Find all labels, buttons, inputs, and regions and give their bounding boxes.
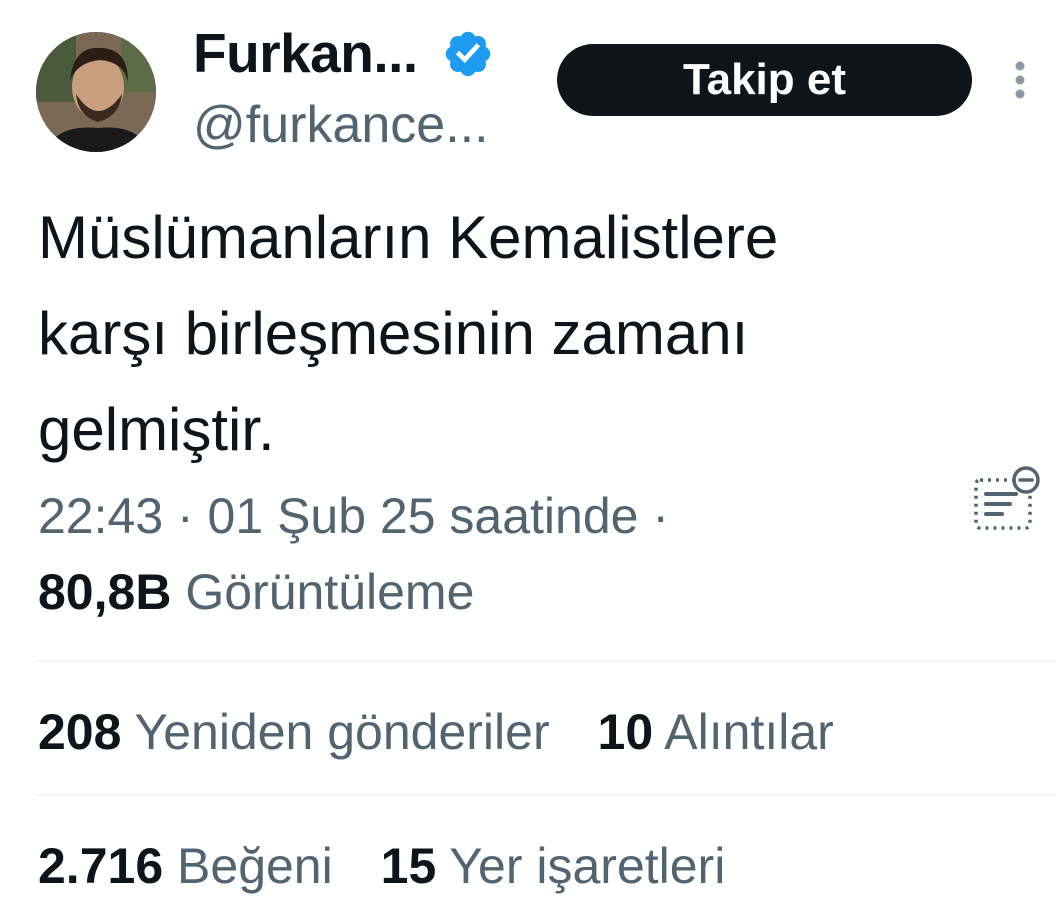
quotes-count: 10: [597, 704, 654, 760]
tweet-text-line: karşı birleşmesinin zamanı: [38, 300, 749, 367]
likes-label: Beğeni: [177, 838, 333, 894]
bookmarks-label: Yer işaretleri: [449, 838, 726, 894]
views-row: 80,8B Görüntüleme: [38, 560, 474, 624]
quotes-label: Alıntılar: [664, 704, 834, 760]
tweet-timestamp[interactable]: 22:43 · 01 Şub 25 saatinde ·: [38, 484, 669, 548]
community-notes-icon[interactable]: [970, 464, 1044, 534]
bookmarks-count: 15: [380, 838, 437, 894]
author-display-name[interactable]: Furkan...: [193, 20, 418, 86]
tweet-text: Müslümanların Kemalistlere karşı birleşm…: [38, 190, 998, 478]
retweets-stat[interactable]: 208 Yeniden gönderiler: [38, 700, 550, 764]
views-label: Görüntüleme: [185, 564, 475, 620]
likes-count: 2.716: [38, 838, 164, 894]
likes-stat[interactable]: 2.716 Beğeni: [38, 834, 333, 898]
divider: [36, 794, 1056, 796]
avatar-photo: [36, 32, 156, 152]
retweets-label: Yeniden gönderiler: [134, 704, 550, 760]
more-vertical-icon[interactable]: [1006, 58, 1034, 102]
tweet-text-line: gelmiştir.: [38, 396, 275, 463]
engagement-row: 2.716 Beğeni 15 Yer işaretleri: [38, 834, 725, 898]
bookmarks-stat[interactable]: 15 Yer işaretleri: [381, 834, 726, 898]
tweet-text-line: Müslümanların Kemalistlere: [38, 204, 779, 271]
quotes-stat[interactable]: 10 Alıntılar: [598, 700, 834, 764]
avatar[interactable]: [36, 32, 156, 152]
verified-badge-icon: [445, 31, 491, 77]
engagement-row: 208 Yeniden gönderiler 10 Alıntılar: [38, 700, 834, 764]
follow-button[interactable]: Takip et: [557, 44, 972, 116]
author-handle[interactable]: @furkance...: [193, 94, 489, 156]
views-count: 80,8B: [38, 564, 172, 620]
divider: [36, 660, 1056, 662]
retweets-count: 208: [38, 704, 122, 760]
